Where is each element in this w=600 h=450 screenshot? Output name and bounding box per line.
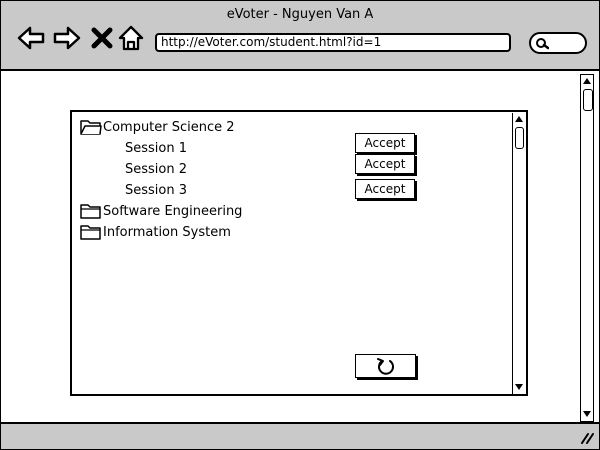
accept-button-session-3[interactable]: Accept bbox=[355, 179, 415, 199]
browser-toolbar: eVoter - Nguyen Van A http://eVoter.com/… bbox=[1, 1, 599, 71]
folder-icon bbox=[80, 225, 101, 240]
tree-item-session-3[interactable]: Session 3 bbox=[125, 183, 187, 199]
accept-button-session-2[interactable]: Accept bbox=[355, 154, 415, 174]
scroll-up-icon[interactable] bbox=[582, 76, 592, 86]
resize-grip-icon[interactable] bbox=[579, 432, 595, 444]
tree-item-session-2[interactable]: Session 2 bbox=[125, 162, 187, 178]
tree-item-session-1[interactable]: Session 1 bbox=[125, 141, 187, 157]
page-scrollbar[interactable] bbox=[580, 74, 594, 422]
tree-item-software-engineering[interactable]: Software Engineering bbox=[103, 204, 242, 220]
home-icon[interactable] bbox=[118, 25, 144, 51]
tree-scroll-down-icon[interactable] bbox=[514, 382, 524, 392]
refresh-icon bbox=[377, 358, 394, 375]
tree-scrollbar[interactable] bbox=[512, 113, 525, 394]
accept-button-session-1[interactable]: Accept bbox=[355, 133, 415, 153]
arrow-left-icon[interactable] bbox=[17, 25, 45, 51]
address-bar[interactable]: http://eVoter.com/student.html?id=1 bbox=[155, 33, 511, 52]
page-scroll-thumb[interactable] bbox=[583, 89, 593, 111]
folder-open-icon bbox=[80, 120, 102, 135]
folder-icon bbox=[80, 204, 101, 219]
status-bar bbox=[1, 422, 599, 449]
tree-item-information-system[interactable]: Information System bbox=[103, 225, 231, 241]
tree-scroll-up-icon[interactable] bbox=[514, 114, 524, 124]
close-icon[interactable] bbox=[91, 25, 113, 51]
tree-scroll-thumb[interactable] bbox=[515, 127, 524, 149]
search-box[interactable] bbox=[529, 32, 587, 54]
arrow-right-icon[interactable] bbox=[53, 25, 81, 51]
search-icon bbox=[536, 38, 549, 50]
window-title: eVoter - Nguyen Van A bbox=[226, 7, 374, 22]
tree-item-computer-science-2[interactable]: Computer Science 2 bbox=[103, 120, 235, 136]
scroll-down-icon[interactable] bbox=[582, 409, 592, 419]
refresh-button[interactable] bbox=[355, 354, 416, 378]
